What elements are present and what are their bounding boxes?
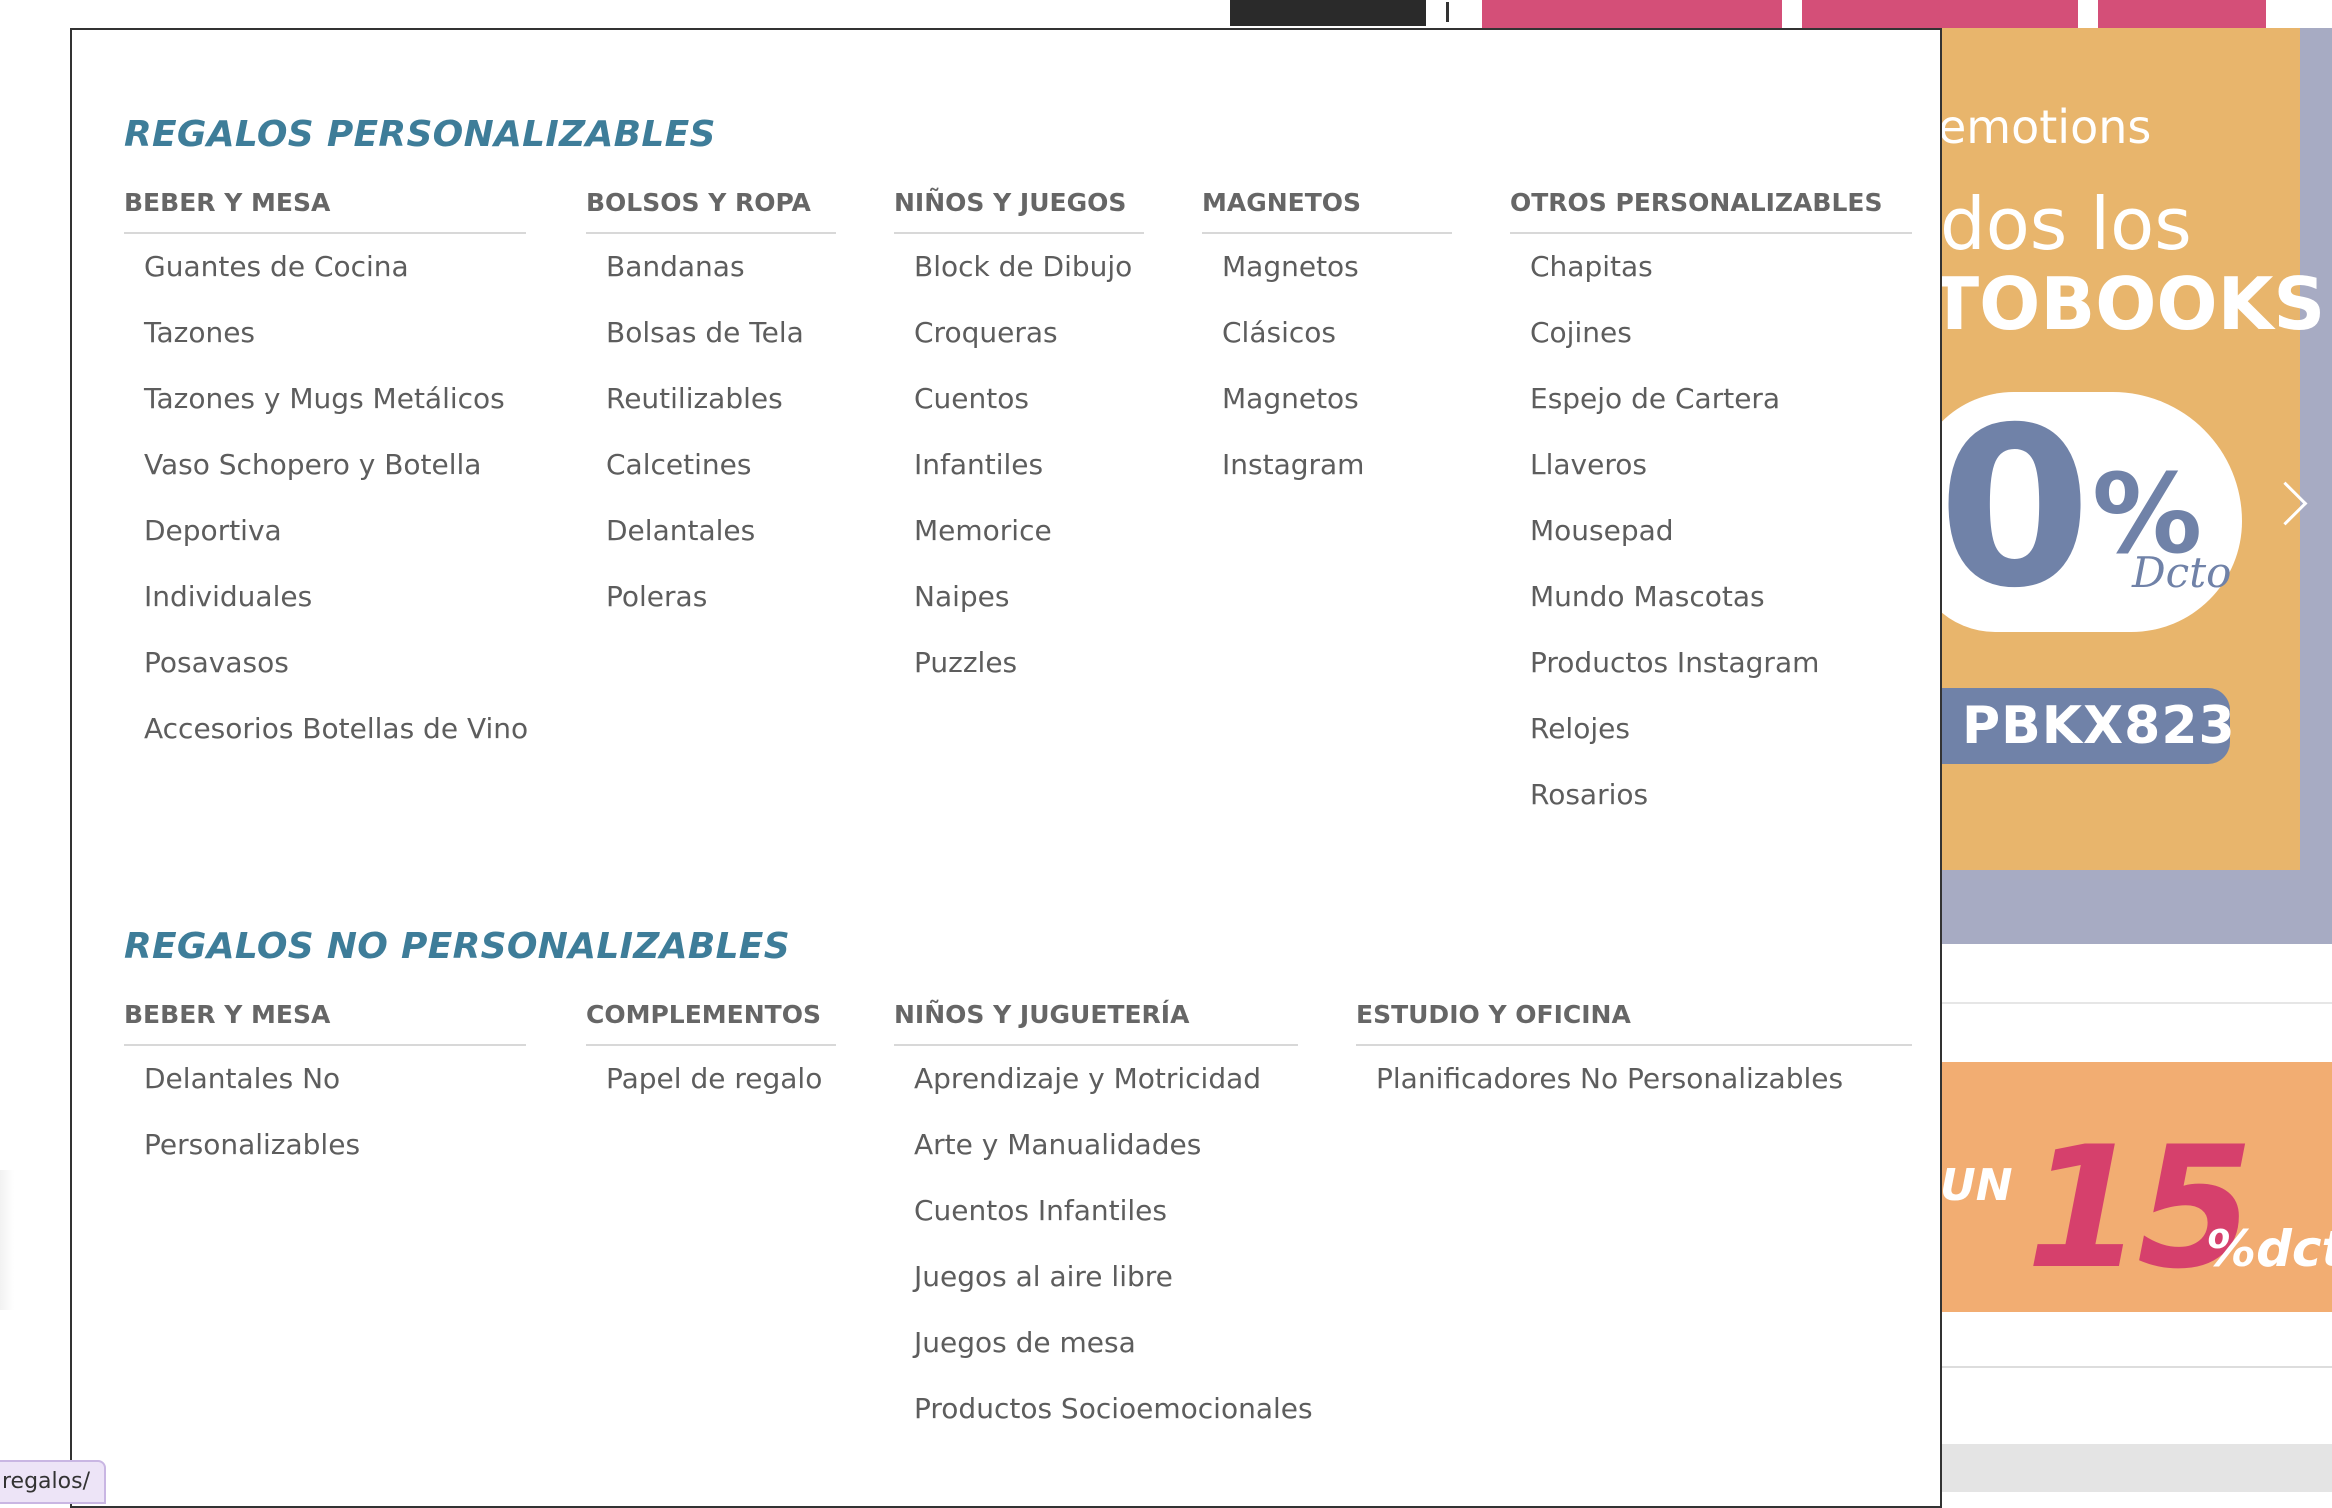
menu-link[interactable]: Tazones y Mugs Metálicos [144, 376, 526, 442]
menu-link[interactable]: Cojines [1530, 310, 1912, 376]
column-link-list: Guantes de Cocina Tazones Tazones y Mugs… [124, 234, 528, 772]
menu-link[interactable]: Llaveros [1530, 442, 1912, 508]
section-divider-2 [1900, 1366, 2332, 1368]
menu-link[interactable]: Instagram [1222, 442, 1452, 508]
section-title-personalizables: REGALOS PERSONALIZABLES [124, 114, 716, 155]
promo-banner-edge [2300, 28, 2332, 870]
section-divider [1942, 1002, 2332, 1004]
menu-link[interactable]: Magnetos [1222, 376, 1452, 442]
top-nav-dark-button[interactable] [1230, 0, 1426, 26]
column-heading: NIÑOS Y JUEGOS [894, 188, 1144, 234]
page-footer-strip [1900, 1444, 2332, 1492]
menu-link[interactable]: Juegos de mesa [914, 1320, 1298, 1386]
column-link-list: Magnetos Clásicos Magnetos Instagram [1202, 234, 1452, 508]
menu-link[interactable]: Block de Dibujo [914, 244, 1144, 310]
banner-headline-line2: TOBOOKS [1930, 262, 2326, 346]
menu-link[interactable]: Bolsas de Tela [606, 310, 836, 376]
menu-link[interactable]: Memorice [914, 508, 1144, 574]
banner-discount-number: 0 [1938, 380, 2092, 636]
menu-link[interactable]: Poleras [606, 574, 836, 640]
menu-link[interactable]: Mundo Mascotas [1530, 574, 1912, 640]
menu-link[interactable]: Accesorios Botellas de Vino [144, 706, 528, 772]
column-heading: OTROS PERSONALIZABLES [1510, 188, 1912, 234]
column-link-list: Papel de regalo [586, 1046, 836, 1122]
column-heading: BEBER Y MESA [124, 1000, 526, 1046]
top-nav-separator [1446, 2, 1449, 22]
menu-link[interactable]: Magnetos [1222, 244, 1452, 310]
column-heading: BOLSOS Y ROPA [586, 188, 836, 234]
banner2-suffix: %dcto [2206, 1220, 2332, 1278]
menu-link[interactable]: Arte y Manualidades [914, 1122, 1298, 1188]
menu-link[interactable]: Aprendizaje y Motricidad [914, 1056, 1298, 1122]
menu-link[interactable]: Chapitas [1530, 244, 1912, 310]
menu-link[interactable]: Clásicos [1222, 310, 1452, 376]
column-heading: ESTUDIO Y OFICINA [1356, 1000, 1912, 1046]
menu-link[interactable]: Planificadores No Personalizables [1376, 1056, 1912, 1122]
menu-link[interactable]: Delantales No [144, 1056, 526, 1122]
menu-column: BEBER Y MESA Delantales No Personalizabl… [124, 1000, 526, 1188]
banner-discount-label: Dcto [2132, 548, 2232, 597]
menu-link[interactable]: Tazones [144, 310, 526, 376]
menu-link[interactable]: Cuentos [914, 376, 1144, 442]
menu-link[interactable]: Productos Socioemocionales [914, 1386, 1313, 1452]
menu-link[interactable]: Relojes [1530, 706, 1912, 772]
menu-column: COMPLEMENTOS Papel de regalo [586, 1000, 836, 1122]
column-heading: NIÑOS Y JUGUETERÍA [894, 1000, 1298, 1046]
column-link-list: Delantales No Personalizables [124, 1046, 526, 1188]
menu-link[interactable]: Calcetines [606, 442, 836, 508]
menu-link[interactable]: Delantales [606, 508, 836, 574]
menu-link[interactable]: Naipes [914, 574, 1144, 640]
menu-link[interactable]: Bandanas [606, 244, 836, 310]
column-link-list: Aprendizaje y Motricidad Arte y Manualid… [894, 1046, 1313, 1452]
menu-link[interactable]: Infantiles [914, 442, 1144, 508]
column-link-list: Block de Dibujo Croqueras Cuentos Infant… [894, 234, 1144, 706]
menu-link[interactable]: Juegos al aire libre [914, 1254, 1298, 1320]
banner-headline-line1: dos los [1940, 182, 2192, 266]
menu-link[interactable]: Papel de regalo [606, 1056, 836, 1122]
promo-banner-footer [1900, 870, 2332, 944]
status-url-tooltip: regalos/ [0, 1460, 106, 1504]
menu-column: OTROS PERSONALIZABLES Chapitas Cojines E… [1510, 188, 1912, 838]
section-title-no-personalizables: REGALOS NO PERSONALIZABLES [124, 926, 790, 967]
menu-link[interactable]: Productos Instagram [1530, 640, 1912, 706]
column-heading: COMPLEMENTOS [586, 1000, 836, 1046]
menu-link[interactable]: Rosarios [1530, 772, 1912, 838]
column-link-list: Bandanas Bolsas de Tela Reutilizables Ca… [586, 234, 836, 640]
menu-link[interactable]: Deportiva [144, 508, 526, 574]
column-heading: BEBER Y MESA [124, 188, 526, 234]
menu-link[interactable]: Individuales [144, 574, 526, 640]
menu-link[interactable]: Cuentos Infantiles [914, 1188, 1298, 1254]
column-heading: MAGNETOS [1202, 188, 1452, 234]
menu-column: MAGNETOS Magnetos Clásicos Magnetos Inst… [1202, 188, 1452, 508]
menu-column: NIÑOS Y JUEGOS Block de Dibujo Croqueras… [894, 188, 1144, 706]
top-nav-pink-button-3[interactable] [2098, 0, 2266, 28]
menu-link[interactable]: Mousepad [1530, 508, 1912, 574]
side-shadow [0, 1170, 14, 1310]
menu-link[interactable]: Puzzles [914, 640, 1144, 706]
menu-link[interactable]: Personalizables [144, 1122, 526, 1188]
menu-link[interactable]: Croqueras [914, 310, 1144, 376]
menu-column: BOLSOS Y ROPA Bandanas Bolsas de Tela Re… [586, 188, 836, 640]
banner-promo-code: PBKX823 [1912, 688, 2235, 764]
menu-column: NIÑOS Y JUGUETERÍA Aprendizaje y Motrici… [894, 1000, 1313, 1452]
menu-link[interactable]: Vaso Schopero y Botella [144, 442, 526, 508]
menu-link[interactable]: Espejo de Cartera [1530, 376, 1912, 442]
menu-link[interactable]: Reutilizables [606, 376, 836, 442]
banner-brand-text: emotions [1938, 100, 2152, 154]
mega-menu-panel: REGALOS PERSONALIZABLES BEBER Y MESA Gua… [70, 28, 1942, 1508]
menu-column: BEBER Y MESA Guantes de Cocina Tazones T… [124, 188, 528, 772]
column-link-list: Planificadores No Personalizables [1356, 1046, 1912, 1122]
menu-link[interactable]: Posavasos [144, 640, 526, 706]
menu-column: ESTUDIO Y OFICINA Planificadores No Pers… [1356, 1000, 1912, 1122]
top-nav-pink-button-1[interactable] [1482, 0, 1782, 28]
banner2-prefix: UN [1940, 1160, 2013, 1211]
top-nav-pink-button-2[interactable] [1802, 0, 2078, 28]
column-link-list: Chapitas Cojines Espejo de Cartera Llave… [1510, 234, 1912, 838]
menu-link[interactable]: Guantes de Cocina [144, 244, 526, 310]
